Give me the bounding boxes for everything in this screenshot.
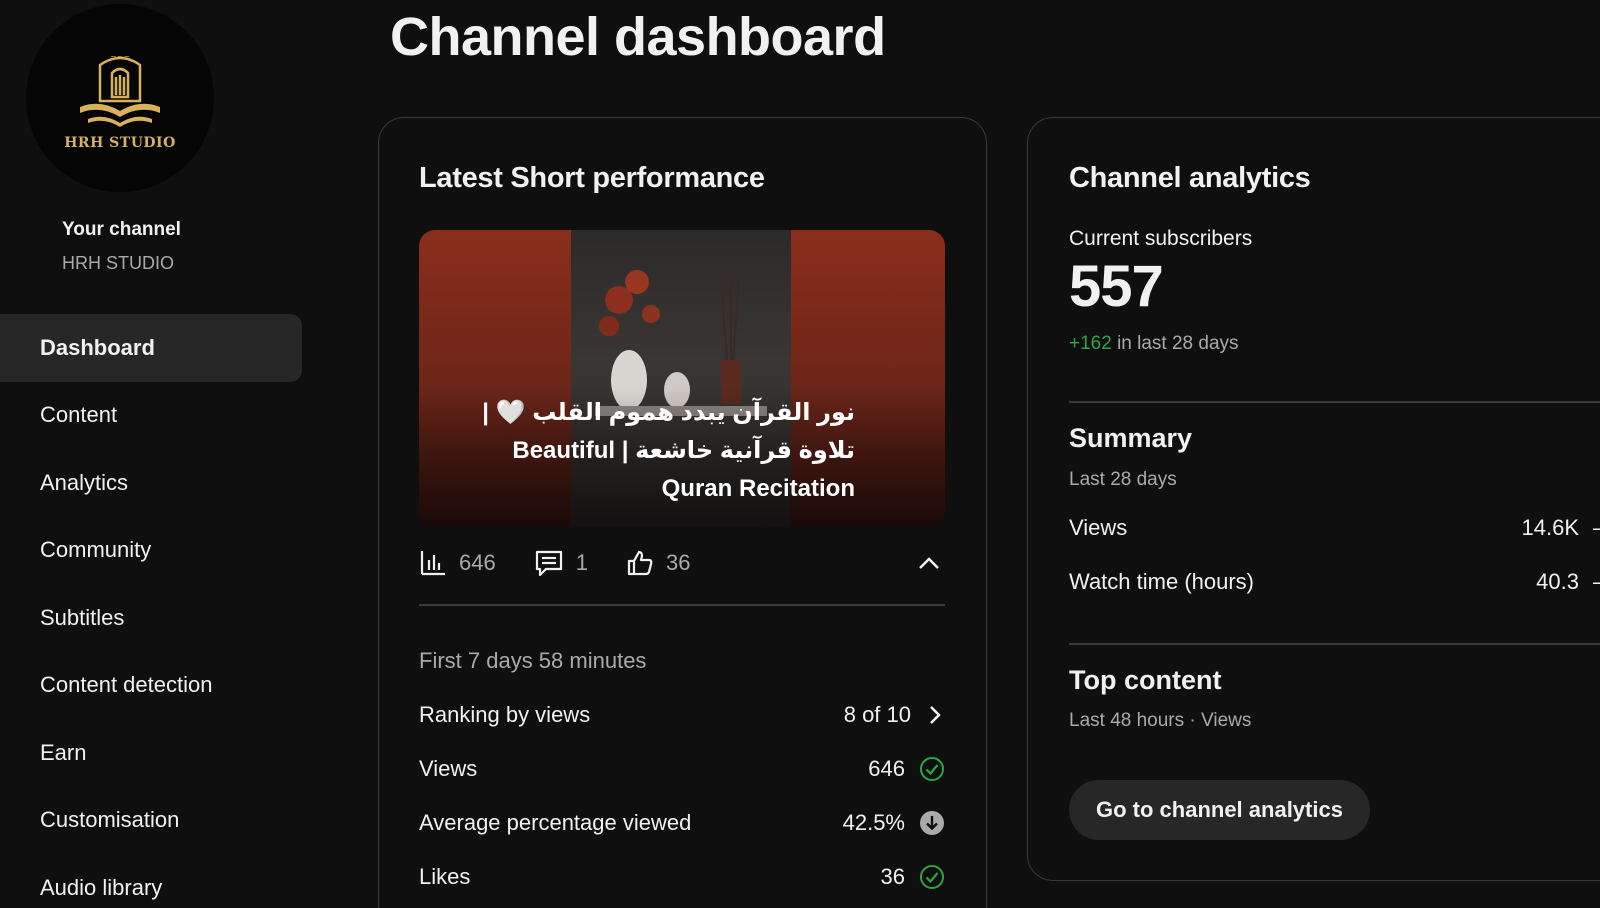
views-stat: 646 [419, 549, 496, 577]
metric-value: 8 of 10 [843, 702, 911, 727]
comments-stat: 1 [534, 549, 588, 577]
summary-row-views: Views 14.6K — [1069, 510, 1600, 546]
summary-divider [1069, 643, 1600, 645]
chevron-right-icon [930, 706, 941, 724]
sidebar-item-dashboard[interactable]: Dashboard [0, 314, 302, 382]
short-stats-row: 646 1 36 [419, 543, 945, 583]
page-title: Channel dashboard [390, 7, 886, 67]
metric-value: 42.5% [842, 810, 905, 835]
subscribers-label: Current subscribers [1069, 227, 1253, 250]
sidebar-item-earn[interactable]: Earn [0, 719, 302, 787]
summary-value: 14.6K [1521, 515, 1580, 540]
short-thumbnail[interactable]: نور القرآن يبدد هموم القلب 🤍 | تلاوة قرآ… [419, 230, 945, 526]
studio-logo-icon: ~~~ [80, 52, 160, 127]
arrow-down-circle-icon [920, 811, 944, 835]
views-count: 646 [459, 550, 496, 575]
sidebar-item-community[interactable]: Community [0, 517, 302, 585]
likes-stat: 36 [626, 549, 690, 577]
subscribers-delta: +162 in last 28 days [1069, 333, 1239, 355]
avatar-logo-text: HRH STUDIO [64, 135, 176, 151]
studio-dashboard: ~~~ HRH STUDIO Your channel HRH STUDIO D… [0, 0, 1600, 908]
summary-label: Views [1069, 515, 1128, 540]
bar-chart-icon [420, 551, 445, 576]
trend-indicator: — [1593, 515, 1600, 541]
subscribers-divider [1069, 401, 1600, 403]
sidebar-item-customisation[interactable]: Customisation [0, 787, 302, 855]
metric-label: Average percentage viewed [419, 810, 692, 835]
metric-row-likes: Likes 36 [419, 857, 945, 897]
summary-period: Last 28 days [1069, 469, 1177, 490]
metric-label: Ranking by views [419, 702, 591, 727]
summary-label: Watch time (hours) [1069, 569, 1255, 594]
comments-count: 1 [575, 550, 588, 575]
metric-row-avg-percentage: Average percentage viewed 42.5% [419, 803, 945, 843]
metric-label: Views [419, 756, 478, 781]
channel-name: HRH STUDIO [62, 253, 174, 273]
metric-row-ranking[interactable]: Ranking by views 8 of 10 [419, 695, 945, 735]
trend-indicator: — [1593, 569, 1600, 595]
sidebar-item-content[interactable]: Content [0, 382, 302, 450]
metric-value: 646 [868, 756, 905, 781]
sidebar-nav: Dashboard Content Analytics Community Su… [0, 314, 302, 908]
summary-row-watch-time: Watch time (hours) 40.3 — [1069, 564, 1600, 600]
metric-label: Likes [419, 864, 471, 889]
card-title: Latest Short performance [419, 162, 765, 194]
subscribers-count: 557 [1069, 254, 1164, 319]
card-title: Channel analytics [1069, 162, 1311, 194]
channel-analytics-card: Channel analytics Current subscribers 55… [1027, 117, 1600, 881]
check-circle-icon [920, 865, 944, 889]
delta-value: +162 [1069, 333, 1112, 354]
period-label: First 7 days 58 minutes [419, 648, 647, 673]
stats-divider [419, 604, 945, 606]
sidebar: ~~~ HRH STUDIO Your channel HRH STUDIO D… [0, 0, 310, 908]
comment-icon [535, 550, 562, 577]
thumbs-up-icon [627, 550, 653, 576]
sidebar-item-audio-library[interactable]: Audio library [0, 854, 302, 908]
top-content-title: Top content [1069, 665, 1222, 695]
top-content-period: Last 48 hours · Views [1069, 710, 1252, 731]
svg-text:~~~: ~~~ [110, 52, 130, 61]
channel-avatar[interactable]: ~~~ HRH STUDIO [26, 4, 214, 192]
collapse-button[interactable] [913, 547, 945, 579]
sidebar-item-subtitles[interactable]: Subtitles [0, 584, 302, 652]
sidebar-item-analytics[interactable]: Analytics [0, 449, 302, 517]
metric-value: 36 [880, 864, 905, 889]
summary-title: Summary [1069, 423, 1193, 453]
sidebar-item-content-detection[interactable]: Content detection [0, 652, 302, 720]
go-to-channel-analytics-button[interactable]: Go to channel analytics [1069, 780, 1370, 840]
summary-value: 40.3 [1536, 569, 1579, 594]
likes-count: 36 [665, 550, 691, 575]
metric-row-views: Views 646 [419, 749, 945, 789]
chevron-up-icon [919, 557, 939, 569]
latest-short-card: Latest Short performance نور القرآن يبدد… [378, 117, 987, 908]
check-circle-icon [920, 757, 944, 781]
delta-suffix: in last 28 days [1111, 333, 1239, 354]
your-channel-label: Your channel [62, 219, 181, 240]
short-video-title[interactable]: نور القرآن يبدد هموم القلب 🤍 | تلاوة قرآ… [457, 394, 855, 508]
